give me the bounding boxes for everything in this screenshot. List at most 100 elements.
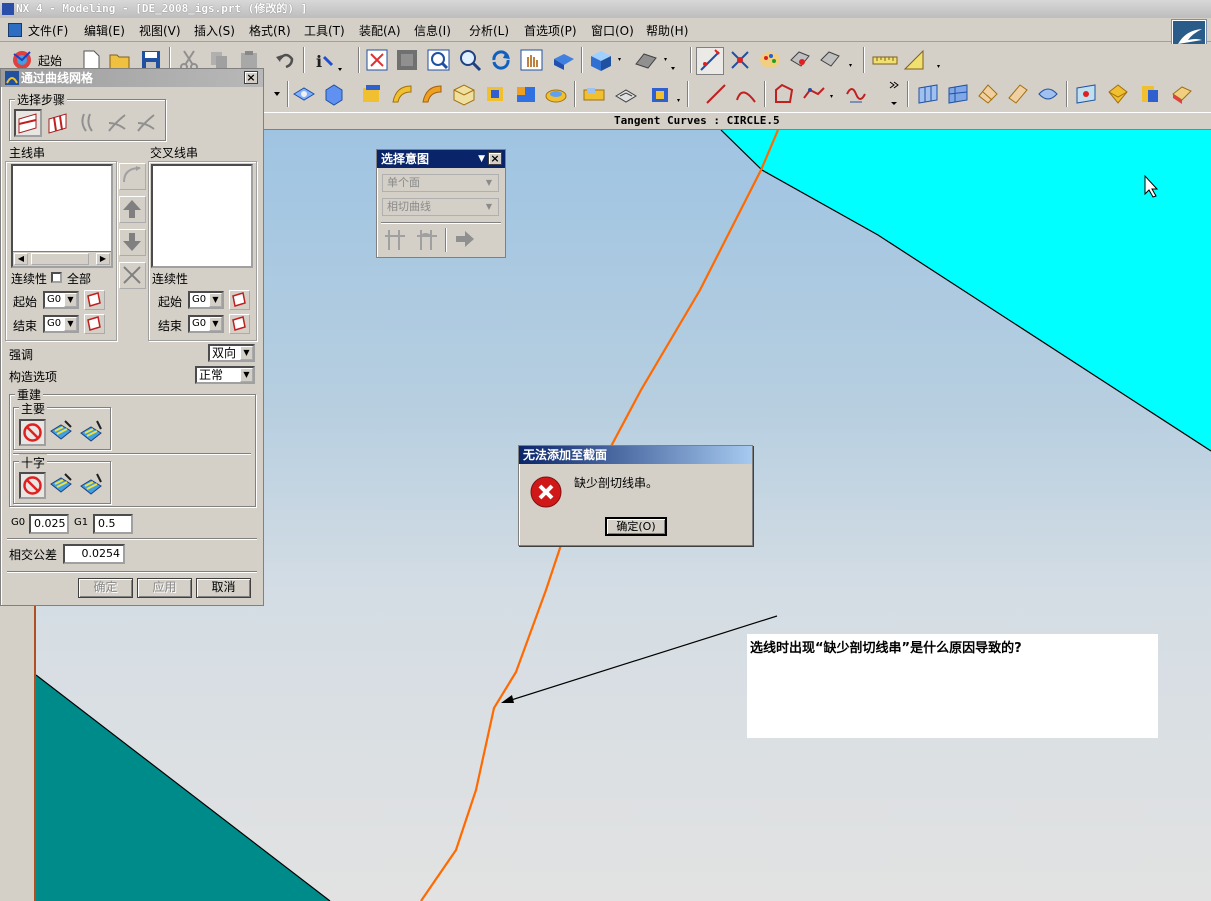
apply-button[interactable]: 应用 <box>137 578 192 598</box>
feature-icon-6[interactable] <box>452 82 476 106</box>
no-rebuild-icon[interactable] <box>19 472 46 499</box>
menu-help[interactable]: 帮助(H) <box>646 22 688 39</box>
auto-fit-icon[interactable] <box>79 472 106 499</box>
edit-surface-icon-3[interactable] <box>1138 82 1162 106</box>
surface-icon-4[interactable] <box>1006 82 1030 106</box>
feature-icon-7[interactable] <box>484 82 508 106</box>
remove-icon[interactable] <box>119 262 146 289</box>
chevron-down-icon[interactable]: ▼ <box>478 150 485 168</box>
measure-distance-icon[interactable] <box>872 48 898 72</box>
menu-preferences[interactable]: 首选项(P) <box>524 22 577 39</box>
menu-info[interactable]: 信息(I) <box>414 22 451 39</box>
measure-angle-icon[interactable] <box>902 48 940 72</box>
first-cross-step-icon[interactable] <box>105 111 131 137</box>
spine-step-icon[interactable] <box>78 111 104 137</box>
blank-icon[interactable] <box>818 48 852 72</box>
feature-icon-8[interactable] <box>514 82 538 106</box>
cross-curves-step-icon[interactable] <box>46 111 72 137</box>
feature-icon-4[interactable] <box>390 82 414 106</box>
construction-options-select[interactable]: 正常 ▼ <box>195 366 255 384</box>
snap-point-icon[interactable] <box>696 47 724 75</box>
spline-icon[interactable] <box>844 82 868 106</box>
start-button-label[interactable]: 起始 <box>38 52 62 69</box>
face-select-icon[interactable] <box>229 314 250 334</box>
dropdown-arrow-icon[interactable]: ▼ <box>486 175 492 191</box>
curve-point-icon[interactable] <box>802 82 833 106</box>
rendering-style-icon[interactable] <box>589 48 621 72</box>
feature-icon-1[interactable] <box>292 82 316 106</box>
close-icon[interactable]: × <box>244 71 258 84</box>
feature-icon-12[interactable] <box>650 82 680 106</box>
shaded-view-icon[interactable] <box>551 49 575 73</box>
face-select-icon[interactable] <box>84 314 105 334</box>
face-select-icon[interactable] <box>84 290 105 310</box>
arrow-right-icon[interactable] <box>453 228 477 252</box>
menu-view[interactable]: 视图(V) <box>139 22 181 39</box>
show-hide-icon[interactable] <box>788 48 812 72</box>
toolbar-dropdown-icon[interactable] <box>272 88 284 112</box>
reverse-direction-icon[interactable] <box>119 163 146 190</box>
degree-tolerance-icon[interactable] <box>49 472 76 499</box>
zoom-icon[interactable] <box>427 49 451 73</box>
undo-icon[interactable] <box>274 49 298 73</box>
face-select-icon[interactable] <box>229 290 250 310</box>
menu-file[interactable]: 文件(F) <box>28 22 68 39</box>
arc-icon[interactable] <box>734 82 758 106</box>
surface-icon-1[interactable] <box>916 82 940 106</box>
face-rule-select[interactable]: 单个面 ▼ <box>382 174 499 192</box>
menu-window[interactable]: 窗口(O) <box>591 22 634 39</box>
surface-icon-3[interactable] <box>976 82 1000 106</box>
all-checkbox[interactable] <box>51 272 62 283</box>
dropdown-arrow-icon[interactable]: ▼ <box>209 317 222 331</box>
zoom-in-out-icon[interactable] <box>458 48 482 72</box>
pan-icon[interactable] <box>520 49 544 73</box>
menu-format[interactable]: 格式(R) <box>249 22 291 39</box>
rotate-icon[interactable] <box>489 48 513 72</box>
select-features-icon[interactable] <box>728 48 752 72</box>
toolbar-overflow-icon[interactable] <box>886 78 902 110</box>
feature-icon-9[interactable] <box>544 82 568 106</box>
edit-surface-icon-1[interactable] <box>1074 82 1098 106</box>
menu-tools[interactable]: 工具(T) <box>304 22 345 39</box>
last-cross-step-icon[interactable] <box>134 111 160 137</box>
fit-view-icon[interactable] <box>366 49 390 73</box>
ok-button[interactable]: 确定 <box>78 578 133 598</box>
emphasis-select[interactable]: 双向 ▼ <box>208 344 255 362</box>
error-ok-button[interactable]: 确定(O) <box>605 517 667 536</box>
line-icon[interactable] <box>704 82 728 106</box>
dropdown-arrow-icon[interactable]: ▼ <box>486 199 492 215</box>
cancel-button[interactable]: 取消 <box>196 578 251 598</box>
zoom-window-icon[interactable] <box>396 49 420 73</box>
close-icon[interactable]: × <box>488 152 502 165</box>
dropdown-arrow-icon[interactable]: ▼ <box>209 293 222 307</box>
menu-edit[interactable]: 编辑(E) <box>84 22 125 39</box>
surface-icon-5[interactable] <box>1036 82 1060 106</box>
feature-icon-5[interactable] <box>420 82 444 106</box>
primary-curves-step-icon[interactable] <box>14 109 42 137</box>
feature-icon-10[interactable] <box>582 82 606 106</box>
stop-at-intersection-icon[interactable] <box>383 228 407 252</box>
start-continuity-select[interactable]: G0 ▼ <box>43 291 79 309</box>
information-icon[interactable]: i <box>312 49 342 73</box>
move-down-icon[interactable] <box>119 229 146 256</box>
dropdown-arrow-icon[interactable]: ▼ <box>64 317 77 331</box>
edit-surface-icon-2[interactable] <box>1106 82 1130 106</box>
end-continuity-select[interactable]: G0 ▼ <box>43 315 79 333</box>
intersection-tolerance-input[interactable]: 0.0254 <box>63 544 125 564</box>
end-continuity-select-cross[interactable]: G0 ▼ <box>188 315 224 333</box>
move-up-icon[interactable] <box>119 196 146 223</box>
color-palette-icon[interactable] <box>758 48 782 72</box>
start-continuity-select-cross[interactable]: G0 ▼ <box>188 291 224 309</box>
feature-icon-11[interactable] <box>614 82 638 106</box>
edit-surface-icon-4[interactable] <box>1170 82 1194 106</box>
dropdown-arrow-icon[interactable]: ▼ <box>240 346 253 360</box>
g0-tolerance-input[interactable]: 0.025 <box>29 514 69 534</box>
feature-icon-2[interactable] <box>322 82 346 106</box>
follow-fillet-icon[interactable] <box>415 228 439 252</box>
dropdown-arrow-icon[interactable]: ▼ <box>64 293 77 307</box>
g1-tolerance-input[interactable]: 0.5 <box>93 514 133 534</box>
curve-rule-select[interactable]: 相切曲线 ▼ <box>382 198 499 216</box>
menu-assembly[interactable]: 装配(A) <box>359 22 401 39</box>
no-rebuild-icon[interactable] <box>19 419 46 446</box>
degree-tolerance-icon[interactable] <box>49 419 76 446</box>
